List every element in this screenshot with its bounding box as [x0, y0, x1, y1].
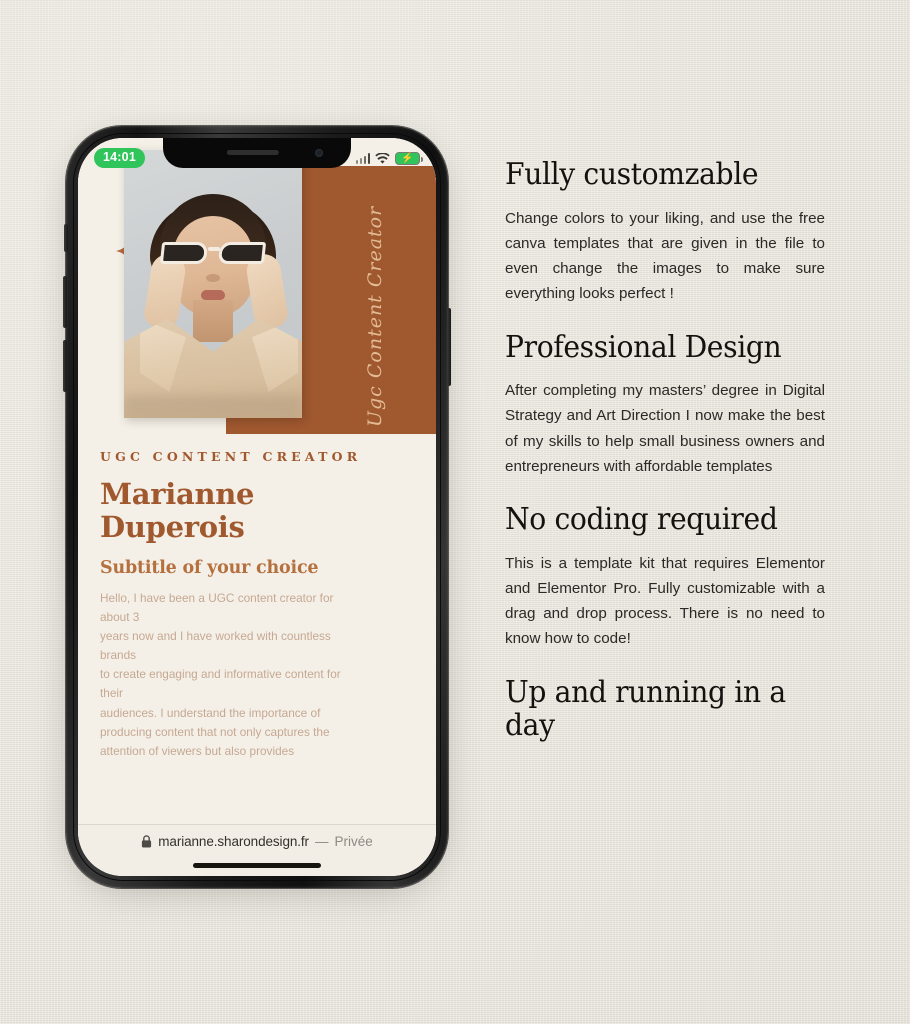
paragraph-line: audiences. I understand the importance o… — [100, 705, 321, 720]
photo-neck — [193, 300, 233, 342]
lens-right — [217, 242, 267, 264]
photo-lips — [201, 290, 225, 300]
site-subtitle: Subtitle of your choice — [100, 557, 319, 578]
lock-icon — [142, 835, 152, 848]
website-page: Ugc Content Creator UGC CONTENT CREATOR … — [78, 138, 436, 876]
paragraph-line: brands — [100, 648, 137, 663]
paragraph-line: attention of viewers but also provides — [100, 743, 295, 758]
phone-mockup: Ugc Content Creator UGC CONTENT CREATOR … — [63, 126, 451, 888]
phone-screen: Ugc Content Creator UGC CONTENT CREATOR … — [78, 138, 436, 876]
feature-title: Professional Design — [505, 329, 782, 365]
site-paragraph: Hello, I have been a UGC content creator… — [100, 589, 414, 761]
paragraph-line: to create engaging and informative conte… — [100, 667, 341, 682]
feature-body: Change colors to your liking, and use th… — [505, 209, 825, 303]
volume-up-button[interactable] — [63, 276, 67, 328]
volume-down-button[interactable] — [63, 340, 67, 392]
paragraph-line: Hello, I have been a UGC content creator… — [100, 590, 334, 605]
signal-bars-icon — [355, 153, 370, 164]
paragraph-line: years now and I have worked with countle… — [100, 629, 331, 644]
paragraph-line: producing content that not only captures… — [100, 724, 330, 739]
features-column: Fully customzable Change colors to your … — [505, 158, 825, 767]
site-creator-name: Marianne Duperois — [100, 476, 414, 544]
feature-body: After completing my masters’ degree in D… — [505, 382, 825, 475]
photo-nose — [206, 274, 220, 282]
status-time-badge[interactable]: 14:01 — [94, 148, 145, 168]
site-name-line-1: Marianne — [100, 476, 255, 511]
feature-title: No coding required — [505, 502, 778, 538]
browser-address-bar[interactable]: marianne.sharondesign.fr — Privée — [78, 824, 436, 876]
website-text-block: UGC CONTENT CREATOR Marianne Duperois Su… — [78, 434, 436, 876]
battery-charging-icon: ⚡ — [395, 152, 423, 165]
browser-url-row[interactable]: marianne.sharondesign.fr — Privée — [141, 834, 373, 849]
feature-block-customizable: Fully customzable Change colors to your … — [505, 158, 825, 307]
feature-block-professional-design: Professional Design After completing my … — [505, 329, 825, 480]
lens-left — [159, 242, 209, 264]
wifi-icon — [375, 152, 390, 164]
photo-shadow — [124, 396, 302, 418]
charging-bolt-icon: ⚡ — [401, 152, 414, 164]
power-button[interactable] — [447, 308, 451, 386]
phone-frame: Ugc Content Creator UGC CONTENT CREATOR … — [63, 126, 451, 888]
browser-url-text[interactable]: marianne.sharondesign.fr — [158, 834, 309, 849]
feature-block-no-coding: No coding required This is a template ki… — [505, 503, 825, 652]
glasses-bridge — [208, 247, 220, 251]
feature-body: This is a template kit that requires Ele… — [505, 554, 825, 648]
paragraph-line: their — [100, 686, 123, 701]
status-bar: 14:01 ⚡ — [78, 138, 436, 174]
hero-script-text: Ugc Content Creator — [364, 205, 386, 427]
feature-title: Up and running in a day — [505, 674, 786, 744]
browser-private-label: Privée — [334, 834, 373, 849]
hero-section: Ugc Content Creator — [78, 138, 436, 434]
site-eyebrow: UGC CONTENT CREATOR — [100, 449, 362, 464]
sunglasses-icon — [159, 242, 267, 265]
site-name-line-2: Duperois — [100, 509, 245, 544]
browser-separator: — — [314, 834, 329, 849]
status-icons: ⚡ — [355, 152, 423, 165]
feature-title: Fully customzable — [505, 157, 759, 192]
paragraph-line: about 3 — [100, 609, 140, 624]
home-indicator[interactable] — [193, 863, 321, 868]
silent-switch-button[interactable] — [64, 224, 68, 252]
feature-block-up-and-running: Up and running in a day — [505, 674, 825, 744]
hero-photo-card — [124, 150, 302, 418]
